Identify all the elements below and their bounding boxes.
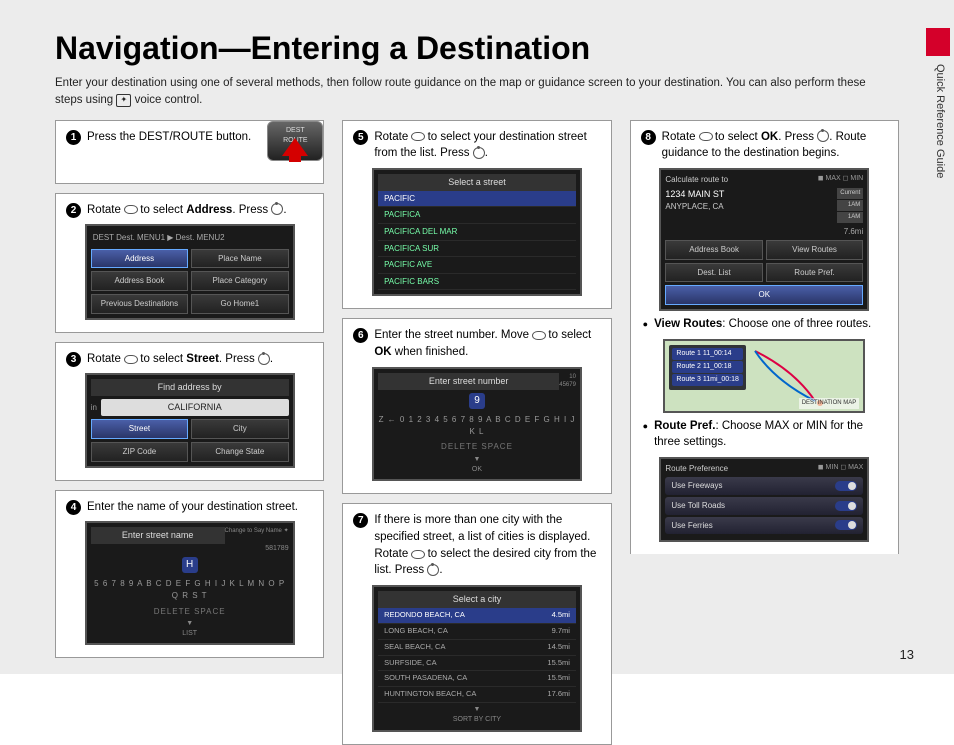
step-2-card: 2 Rotate to select Address. Press . DEST… [55,193,324,333]
step-number: 1 [66,130,81,145]
calculate-route-screen: Calculate route to ◼ MAX ◻ MIN 1234 MAIN… [659,168,869,311]
step-number: 7 [353,513,368,528]
rotate-knob-icon [124,354,137,364]
dest-route-button: DEST ROUTE [267,121,323,161]
column-3: 8 Rotate to select OK. Press . Route gui… [630,120,899,745]
step-number: 3 [66,352,81,367]
step-5-card: 5 Rotate to select your destination stre… [342,120,611,310]
step-7-card: 7 If there is more than one city with th… [342,503,611,744]
step-number: 4 [66,500,81,515]
rotate-knob-icon [124,204,137,214]
enter-street-name-screen: Enter street name Change to Say Name ✦ 5… [85,521,295,645]
voice-control-icon: ✦ [116,94,131,107]
press-button-icon [427,564,439,576]
section-tab [926,28,950,56]
rotate-knob-icon [699,131,712,141]
columns: 1 Press the DEST/ROUTE button. DEST ROUT… [55,120,899,745]
step-6-card: 6 Enter the street number. Move to selec… [342,318,611,494]
step-3-card: 3 Rotate to select Street. Press . Find … [55,342,324,481]
column-1: 1 Press the DEST/ROUTE button. DEST ROUT… [55,120,324,745]
step-text: Rotate to select OK. Press . Route guida… [662,129,888,162]
press-button-icon [271,203,283,215]
column-2: 5 Rotate to select your destination stre… [342,120,611,745]
step-4-card: 4 Enter the name of your destination str… [55,490,324,659]
step-text: Rotate to select your destination street… [374,129,600,162]
route-pref-bullet: Route Pref.: Choose MAX or MIN for the t… [643,418,888,451]
step-number: 2 [66,203,81,218]
rotate-knob-icon [411,549,424,559]
step-number: 8 [641,130,656,145]
rotate-knob-icon [411,131,424,141]
page-number: 13 [900,647,914,662]
page-title: Navigation—Entering a Destination [55,30,899,67]
press-button-icon [473,147,485,159]
step-number: 6 [353,328,368,343]
find-address-screen: Find address by in CALIFORNIA Street Cit… [85,373,295,467]
move-knob-icon [532,330,545,340]
route-preference-screen: Route Preference ◼ MIN ◻ MAX Use Freeway… [659,457,869,542]
step-text: Enter the name of your destination stree… [87,499,313,516]
step-text: Rotate to select Street. Press . [87,351,313,368]
step-text: Rotate to select Address. Press . [87,202,313,219]
map-routes-screen: Route 1 11_00:14 Route 2 11_00:18 Route … [663,339,865,413]
dest-menu-screen: DEST Dest. MENU1 ▶ Dest. MENU2 Address P… [85,224,295,319]
select-city-screen: Select a city REDONDO BEACH, CA4.5mi LON… [372,585,582,732]
step-8-card: 8 Rotate to select OK. Press . Route gui… [630,120,899,555]
press-button-icon [817,130,829,142]
intro-text: Enter your destination using one of seve… [55,75,895,110]
select-street-screen: Select a street PACIFIC PACIFICA PACIFIC… [372,168,582,297]
step-number: 5 [353,130,368,145]
press-button-icon [258,353,270,365]
side-label: Quick Reference Guide [934,64,946,178]
enter-street-number-screen: Enter street number 10 45679 9 Z ← 0 1 2… [372,367,582,481]
step-text: Enter the street number. Move to select … [374,327,600,360]
step-text: If there is more than one city with the … [374,512,600,579]
page: Quick Reference Guide Navigation—Enterin… [0,0,954,674]
step-1-card: 1 Press the DEST/ROUTE button. DEST ROUT… [55,120,324,184]
view-routes-bullet: View Routes: Choose one of three routes. [643,316,888,333]
